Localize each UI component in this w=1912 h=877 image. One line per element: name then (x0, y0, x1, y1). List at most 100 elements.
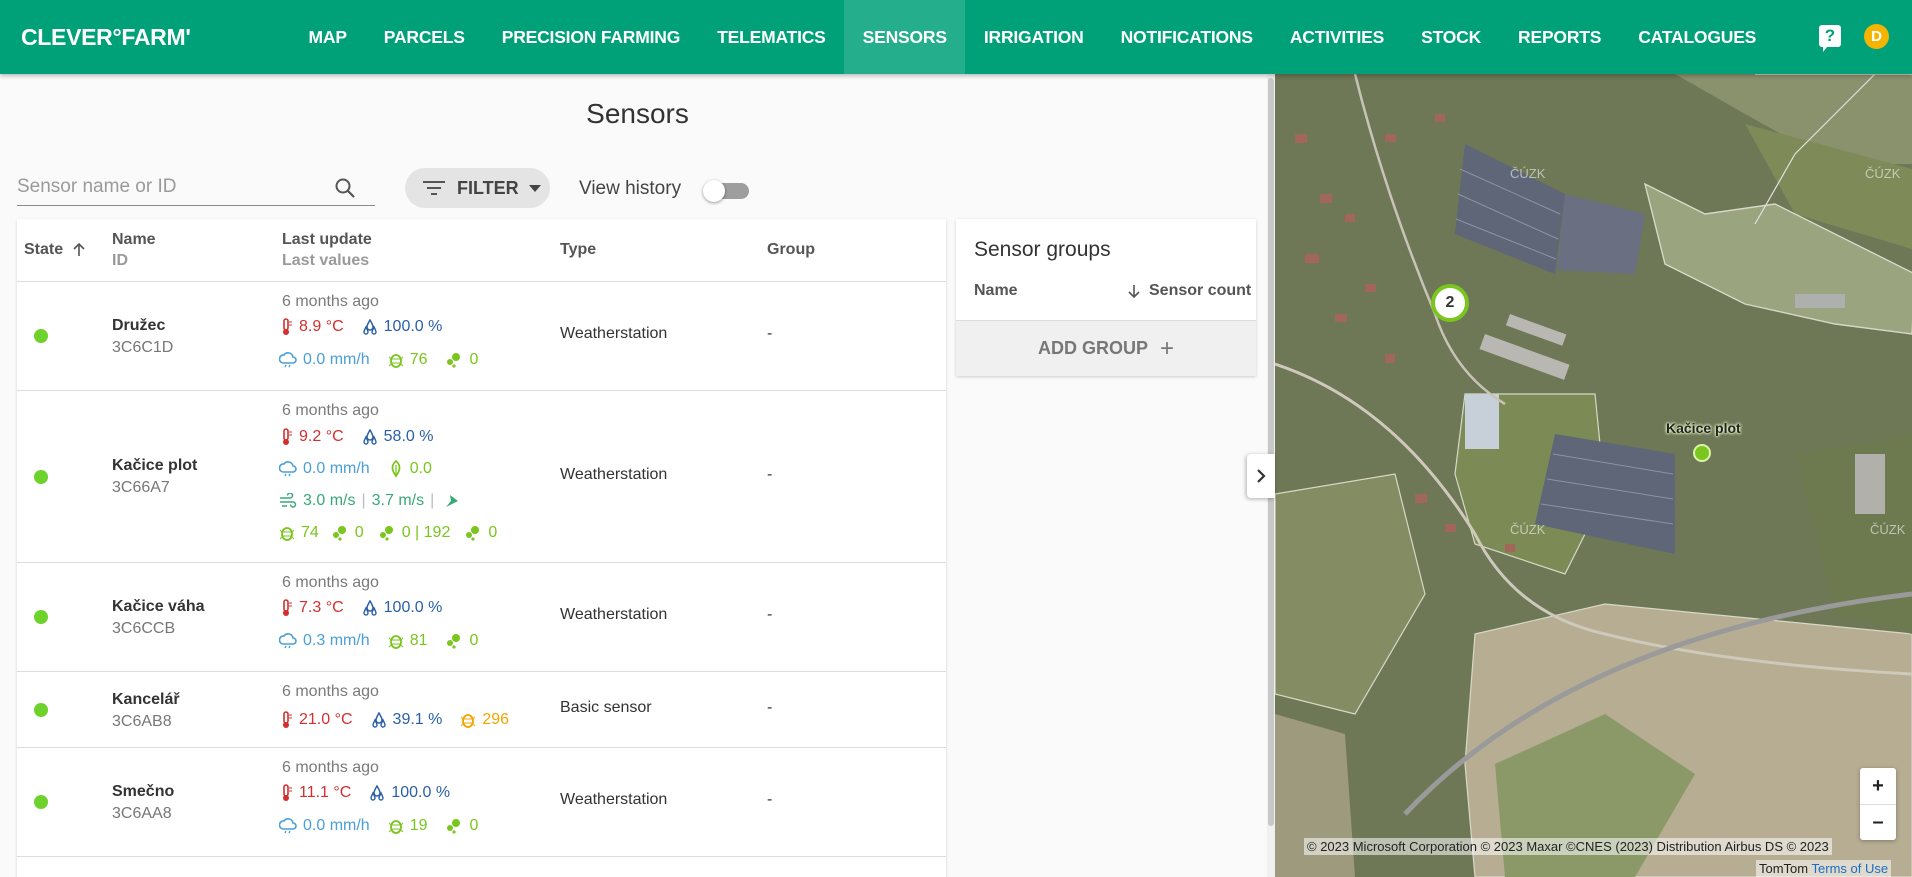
sensor-group: - (767, 466, 773, 483)
humidity-value: 100.0 % (391, 784, 451, 801)
table-row[interactable]: Smečno 3C6AA8 6 months ago 11.1 °C 100.0 … (17, 748, 946, 857)
status-dot (34, 795, 48, 809)
view-history-toggle[interactable] (703, 180, 749, 202)
sensor-name: Kačice plot 3C66A7 (112, 457, 198, 496)
sensors-table: State Name ID Last update Last values Ty… (17, 219, 946, 877)
filter-button[interactable]: FILTER (405, 168, 550, 208)
drops-range-value: 0 | 192 (401, 524, 451, 541)
drops-value: 0 (469, 817, 479, 834)
temperature-value: 11.1 °C (299, 784, 352, 801)
sensor-type: Weatherstation (560, 791, 668, 808)
bug-icon (388, 820, 404, 834)
top-navigation-bar: CLEVER°FARM' MAP PARCELS PRECISION FARMI… (0, 0, 1912, 74)
values-line: 9.2 °C 58.0 % (279, 426, 451, 448)
map-sensor-marker[interactable] (1693, 444, 1711, 462)
column-header-last-update[interactable]: Last update Last values (282, 231, 372, 270)
terms-of-use-link[interactable]: Terms of Use (1812, 861, 1889, 876)
rain-cloud-icon (279, 352, 297, 368)
help-icon[interactable]: ? (1819, 25, 1841, 52)
droplets-icon (447, 353, 461, 368)
disease-value: 19 (409, 817, 428, 834)
values-line: 74 0 0 | 192 0 (279, 522, 515, 544)
column-header-group[interactable]: Group (767, 241, 815, 259)
add-group-button[interactable]: ADD GROUP + (956, 320, 1256, 376)
last-update: 6 months ago (282, 574, 379, 591)
nav-item-catalogues[interactable]: CATALOGUES (1620, 0, 1775, 74)
temperature-value: 8.9 °C (299, 318, 344, 335)
bug-icon (461, 714, 476, 728)
humidity-icon (362, 600, 377, 616)
zoom-out-button[interactable]: – (1860, 804, 1896, 840)
disease-value: 76 (409, 351, 428, 368)
temperature-value: 9.2 °C (299, 428, 344, 445)
humidity-icon (370, 785, 385, 801)
zoom-in-button[interactable]: + (1860, 768, 1896, 804)
collapse-panel-button[interactable] (1247, 454, 1275, 498)
page-title: Sensors (586, 98, 689, 129)
sensor-id: 3C6CCB (112, 620, 176, 637)
map-watermark: ČÚZK (1510, 522, 1546, 537)
nav-item-irrigation[interactable]: IRRIGATION (965, 0, 1102, 74)
app-logo[interactable]: CLEVER°FARM' (21, 24, 191, 51)
values-line: 21.0 °C 39.1 % 296 (279, 709, 527, 731)
drops-value: 0 (469, 632, 479, 649)
nav-item-parcels[interactable]: PARCELS (365, 0, 483, 74)
search-icon[interactable] (333, 176, 357, 200)
nav-item-notifications[interactable]: NOTIFICATIONS (1102, 0, 1271, 74)
column-header-state[interactable]: State (24, 241, 87, 259)
leaf-icon (391, 460, 401, 478)
droplets-icon (379, 526, 393, 541)
nav-item-activities[interactable]: ACTIVITIES (1271, 0, 1402, 74)
nav-item-stock[interactable]: STOCK (1403, 0, 1500, 74)
sensor-id: 3C6C1D (112, 339, 174, 356)
wind-icon (280, 493, 297, 508)
search-input[interactable] (17, 170, 327, 204)
map-cluster-marker[interactable]: 2 (1431, 284, 1469, 322)
thermometer-icon (283, 428, 292, 445)
groups-column-name[interactable]: Name (974, 282, 1018, 300)
sensor-id: 3C6AB8 (112, 713, 172, 730)
scrollbar-thumb[interactable] (1268, 78, 1274, 826)
thermometer-icon (283, 599, 292, 616)
bug-icon (388, 635, 404, 649)
table-row[interactable]: Kačice váha 3C6CCB 6 months ago 7.3 °C 10… (17, 563, 946, 672)
filter-label: FILTER (457, 177, 519, 198)
sensor-groups-card: Sensor groups Name Sensor count ADD GROU… (956, 219, 1256, 376)
nav-item-reports[interactable]: REPORTS (1500, 0, 1620, 74)
user-avatar[interactable]: D (1864, 24, 1889, 49)
sensor-name: Družec 3C6C1D (112, 317, 174, 356)
table-row[interactable]: Kačice plot 3C66A7 6 months ago 9.2 °C 58… (17, 391, 946, 563)
sensors-panel: Sensors FILTER View history State (0, 74, 1275, 877)
last-update: 6 months ago (282, 759, 379, 776)
name-header-label: Name (112, 231, 156, 248)
droplets-icon (447, 819, 461, 834)
separator: | (430, 492, 435, 509)
humidity-value: 39.1 % (392, 711, 443, 728)
table-row[interactable]: Družec 3C6C1D 6 months ago 8.9 °C 100.0 %… (17, 282, 946, 391)
table-row[interactable]: Kancelář 3C6AB8 6 months ago 21.0 °C 39.1… (17, 672, 946, 748)
id-header-label: ID (112, 252, 128, 269)
nav-item-map[interactable]: MAP (290, 0, 365, 74)
groups-column-count[interactable]: Sensor count (1126, 282, 1251, 300)
chevron-right-icon (1257, 469, 1266, 483)
column-header-name[interactable]: Name ID (112, 231, 156, 270)
nav-item-precision-farming[interactable]: PRECISION FARMING (483, 0, 698, 74)
nav-item-telematics[interactable]: TELEMATICS (699, 0, 845, 74)
column-header-type[interactable]: Type (560, 241, 596, 259)
sensor-type: Weatherstation (560, 325, 668, 342)
map-attribution: © 2023 Microsoft Corporation © 2023 Maxa… (1304, 838, 1832, 855)
nav-item-sensors[interactable]: SENSORS (844, 0, 966, 74)
sensor-group: - (767, 606, 773, 623)
wind-direction-icon (446, 495, 459, 507)
rain-cloud-icon (279, 818, 297, 834)
zoom-controls: + – (1860, 768, 1896, 840)
sensor-name: Kancelář 3C6AB8 (112, 691, 180, 730)
disease-value: 296 (482, 711, 510, 728)
values-line: 0.0 mm/h 19 0 (279, 815, 496, 837)
drops-value: 0 (469, 351, 479, 368)
separator: | (361, 492, 366, 509)
add-group-label: ADD GROUP (1037, 338, 1148, 358)
last-update: 6 months ago (282, 683, 379, 700)
sensor-group: - (767, 699, 773, 716)
map-view[interactable]: ČÚZK ČÚZK ČÚZK ČÚZK (1275, 74, 1912, 877)
